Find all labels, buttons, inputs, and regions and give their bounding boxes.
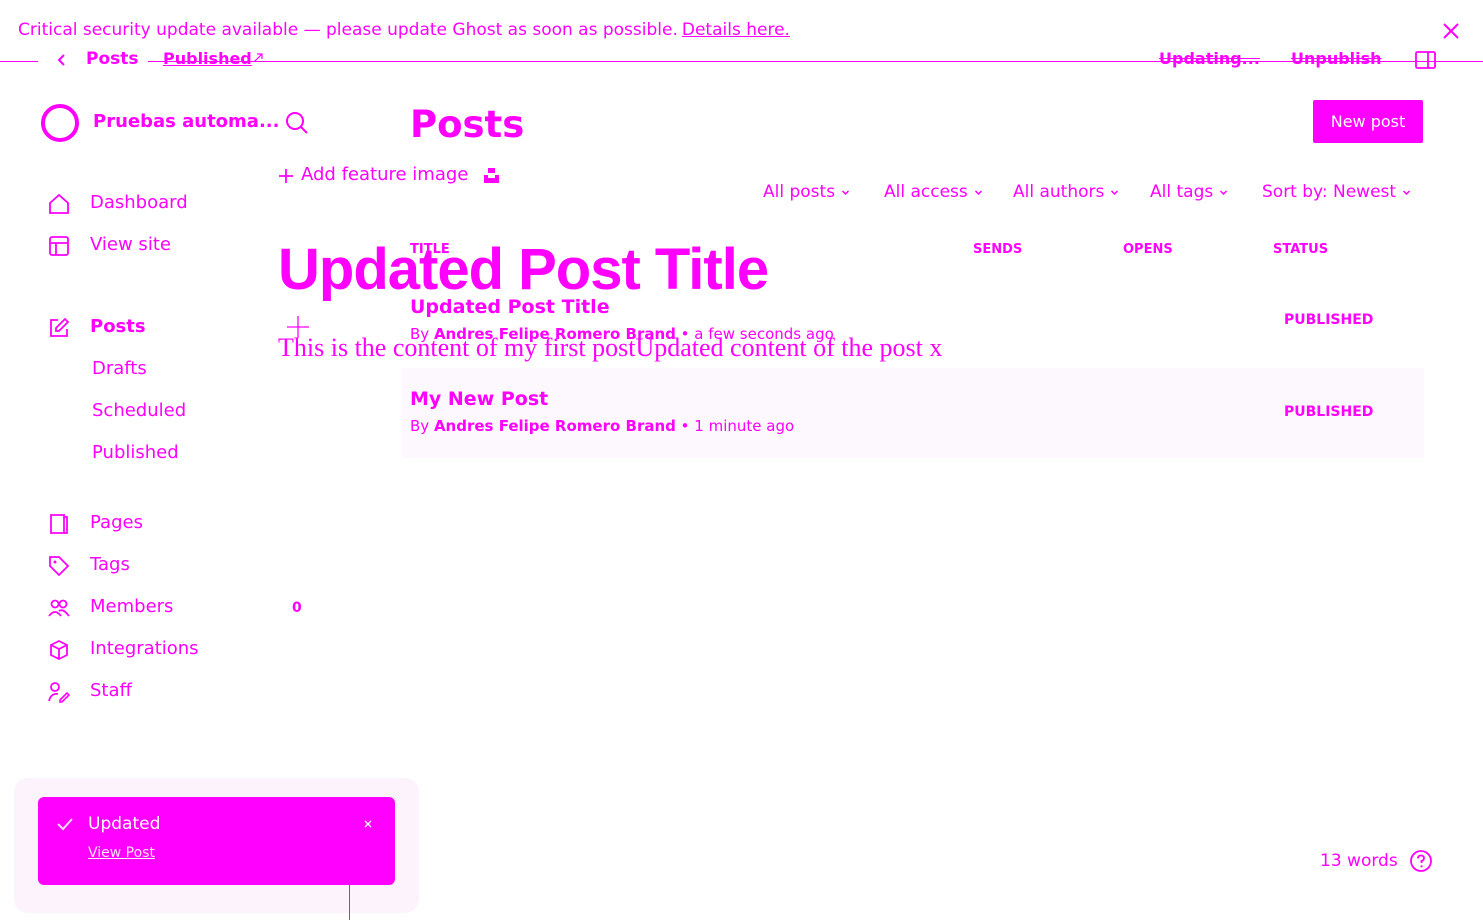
filter-label: All tags <box>1150 182 1214 202</box>
column-header-sends: SENDS <box>973 242 1023 257</box>
external-link-icon <box>252 52 264 64</box>
editor-guide-line <box>349 797 350 920</box>
word-count: 13 words <box>1320 851 1398 871</box>
plus-icon[interactable] <box>278 168 294 184</box>
check-icon <box>56 815 74 833</box>
banner-details-link[interactable]: Details here. <box>682 20 790 40</box>
post-title-input[interactable]: Updated Post Title <box>278 236 769 303</box>
notification-toast <box>38 797 395 885</box>
security-banner: Critical security update available — ple… <box>18 20 790 40</box>
toast-view-post-link[interactable]: View Post <box>88 845 155 861</box>
status-badge: PUBLISHED <box>1284 404 1374 420</box>
post-time: • 1 minute ago <box>680 417 795 435</box>
chevron-down-icon <box>1403 189 1411 195</box>
filter-all-posts[interactable]: All posts <box>763 182 850 202</box>
column-header-status: STATUS <box>1273 242 1329 257</box>
site-name[interactable]: Pruebas automa... <box>93 111 279 132</box>
filter-label: All posts <box>763 182 836 202</box>
filter-all-access[interactable]: All access <box>884 182 983 202</box>
filter-label: All authors <box>1013 182 1105 202</box>
site-logo[interactable] <box>40 103 80 143</box>
sidebar-item-pages[interactable]: Pages <box>90 512 143 533</box>
sidebar-item-published[interactable]: Published <box>92 442 179 463</box>
tag-icon <box>48 555 70 577</box>
sort-newest[interactable]: Sort by: Newest <box>1262 182 1411 202</box>
close-icon[interactable] <box>364 820 372 828</box>
sidebar-item-tags[interactable]: Tags <box>90 554 130 575</box>
members-icon <box>48 597 70 619</box>
chevron-down-icon <box>842 189 850 195</box>
sidebar-item-scheduled[interactable]: Scheduled <box>92 400 186 421</box>
saving-status: Updating... <box>1159 49 1260 68</box>
status-badge: PUBLISHED <box>1284 312 1374 328</box>
table-row[interactable] <box>402 368 1424 458</box>
filter-all-tags[interactable]: All tags <box>1150 182 1228 202</box>
unsplash-icon[interactable] <box>483 167 500 184</box>
toast-message: Updated <box>88 814 161 834</box>
help-icon[interactable] <box>1409 849 1433 873</box>
cube-icon <box>48 639 70 661</box>
chevron-down-icon <box>1111 189 1119 195</box>
settings-panel-icon[interactable] <box>1415 50 1436 70</box>
sidebar-item-integrations[interactable]: Integrations <box>90 638 199 659</box>
column-header-opens: OPENS <box>1123 242 1173 257</box>
layout-icon <box>48 235 70 257</box>
sidebar-item-dashboard[interactable]: Dashboard <box>90 192 188 213</box>
new-post-button[interactable]: New post <box>1313 100 1423 143</box>
home-icon <box>48 193 70 215</box>
editor-status-label[interactable]: Published <box>163 49 252 68</box>
sidebar-item-drafts[interactable]: Drafts <box>92 358 147 379</box>
chevron-left-icon[interactable] <box>55 52 69 68</box>
sidebar-item-members[interactable]: Members <box>90 596 173 617</box>
close-icon[interactable] <box>1440 20 1462 42</box>
chevron-down-icon <box>1220 189 1228 195</box>
members-count-badge: 0 <box>292 600 302 616</box>
add-feature-image-button[interactable]: Add feature image <box>301 164 468 185</box>
staff-icon <box>48 681 70 703</box>
filter-label: Sort by: Newest <box>1262 182 1397 202</box>
post-meta: By Andres Felipe Romero Brand • 1 minute… <box>410 417 794 435</box>
banner-message: Critical security update available — ple… <box>18 20 678 40</box>
sidebar-item-staff[interactable]: Staff <box>90 680 132 701</box>
search-icon[interactable] <box>284 110 310 136</box>
pencil-square-icon <box>48 317 70 339</box>
page-icon <box>48 513 70 535</box>
filter-all-authors[interactable]: All authors <box>1013 182 1119 202</box>
post-by: By <box>410 417 430 435</box>
chevron-down-icon <box>974 189 982 195</box>
post-author: Andres Felipe Romero Brand <box>433 417 676 435</box>
editor-back-to-posts[interactable]: Posts <box>86 49 139 69</box>
unpublish-button[interactable]: Unpublish <box>1291 49 1382 68</box>
post-content-editor[interactable]: This is the content of my first postUpda… <box>278 333 942 363</box>
post-title[interactable]: My New Post <box>410 388 548 410</box>
page-title: Posts <box>410 103 525 146</box>
sidebar-item-posts[interactable]: Posts <box>90 316 146 337</box>
filter-label: All access <box>884 182 968 202</box>
sidebar-item-view-site[interactable]: View site <box>90 234 171 255</box>
